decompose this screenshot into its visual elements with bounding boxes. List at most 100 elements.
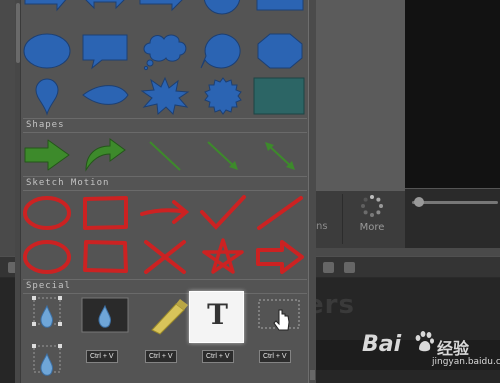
toolbar-tab-label[interactable]: ns xyxy=(316,221,328,232)
callout-arrow-right-wide[interactable] xyxy=(138,0,188,24)
sketch-rectangle-icon xyxy=(83,196,128,230)
keycap-icon[interactable]: Ctrl + V xyxy=(145,350,177,363)
callout-square-teal[interactable] xyxy=(253,76,305,115)
more-button[interactable]: More xyxy=(350,193,394,239)
arrow-right-icon xyxy=(139,0,183,12)
x-mark-icon xyxy=(144,240,186,274)
section-divider xyxy=(23,190,307,191)
section-divider xyxy=(23,132,307,133)
timeline-button[interactable] xyxy=(344,262,355,273)
callout-rectangle-top[interactable] xyxy=(255,0,305,24)
sketch-checkmark[interactable] xyxy=(198,194,248,232)
keycap-icon[interactable]: Ctrl + V xyxy=(259,350,291,363)
shape-line-arrow[interactable] xyxy=(198,136,248,174)
double-arrow-icon xyxy=(85,0,125,10)
sketch-arrow-icon xyxy=(140,200,190,224)
sketch-ellipse-icon xyxy=(23,240,71,274)
special-text-callout[interactable]: T xyxy=(189,291,244,343)
sketch-ellipse-icon xyxy=(23,196,71,230)
square-icon xyxy=(253,77,305,115)
thought-cloud-icon xyxy=(143,34,187,71)
panel-right-scrollbar[interactable] xyxy=(309,0,316,383)
special-highlighter-pen[interactable] xyxy=(140,296,190,335)
callout-seal[interactable] xyxy=(198,76,248,115)
sketch-block-arrow[interactable] xyxy=(255,238,305,276)
scrollbar-down-button[interactable] xyxy=(310,370,315,380)
sketch-star[interactable] xyxy=(198,238,248,276)
callout-octagon[interactable] xyxy=(255,32,305,70)
callout-speech-rect[interactable] xyxy=(80,32,130,70)
toolbar-separator xyxy=(342,194,343,244)
shape-line-double-arrow[interactable] xyxy=(255,136,305,174)
callout-arrow-double[interactable] xyxy=(80,0,130,24)
circle-icon xyxy=(203,0,241,15)
editor-canvas xyxy=(305,0,405,190)
speech-bubble-icon xyxy=(82,34,128,70)
scrollbar-thumb[interactable] xyxy=(16,3,20,63)
preview-scrubber-handle[interactable] xyxy=(414,197,424,207)
callout-ellipse[interactable] xyxy=(22,32,72,70)
special-highlight[interactable] xyxy=(80,296,130,334)
checkmark-icon xyxy=(200,195,246,230)
ellipse-icon xyxy=(23,33,71,69)
preview-window xyxy=(405,0,500,190)
sketch-rectangle-icon xyxy=(83,240,128,273)
section-divider xyxy=(23,279,307,280)
special-blur-spotlight[interactable] xyxy=(24,296,74,334)
thick-arrow-icon xyxy=(24,139,70,171)
callout-starburst[interactable] xyxy=(140,76,190,116)
highlighter-icon xyxy=(151,299,188,335)
shape-arrow-green-bold[interactable] xyxy=(22,136,72,174)
map-pin-icon xyxy=(35,78,59,116)
line-icon xyxy=(149,141,181,171)
octagon-icon xyxy=(257,33,303,69)
keycap-icon[interactable]: Ctrl + V xyxy=(86,350,118,363)
callout-pin[interactable] xyxy=(22,76,72,116)
teardrop-icon xyxy=(82,85,129,105)
special-click-callout[interactable] xyxy=(255,296,305,334)
sketch-rectangle[interactable] xyxy=(80,194,130,232)
sketch-x-mark[interactable] xyxy=(140,238,190,276)
section-title-sketch-motion: Sketch Motion xyxy=(26,178,110,188)
panel-left-scrollbar[interactable] xyxy=(15,0,21,383)
section-divider xyxy=(23,293,307,294)
sketch-line-icon xyxy=(257,196,303,230)
callout-circle-top[interactable] xyxy=(198,0,248,24)
preview-scrubber[interactable] xyxy=(412,201,498,204)
sketch-rectangle-small[interactable] xyxy=(80,238,130,276)
sketch-line[interactable] xyxy=(255,194,305,232)
shape-curved-arrow[interactable] xyxy=(80,136,130,174)
more-button-label: More xyxy=(359,222,385,233)
double-arrow-line-icon xyxy=(265,142,295,170)
callout-teardrop-horizontal[interactable] xyxy=(80,76,130,114)
sketch-circle-small[interactable] xyxy=(22,238,72,276)
shape-line[interactable] xyxy=(140,136,190,174)
callout-round-speech[interactable] xyxy=(198,32,248,70)
baidu-url-text: jingyan.baidu.com xyxy=(432,357,500,367)
baidu-logo-text: Bai xyxy=(362,332,402,357)
keycap-icon[interactable]: Ctrl + V xyxy=(202,350,234,363)
paw-icon xyxy=(415,331,434,352)
text-tool-icon: T xyxy=(207,298,228,331)
arrow-right-icon xyxy=(24,0,67,12)
timeline-button[interactable] xyxy=(323,262,334,273)
section-divider xyxy=(23,118,307,119)
rectangle-icon xyxy=(256,0,304,11)
section-divider xyxy=(23,176,307,177)
callout-arrow-right[interactable] xyxy=(21,0,71,24)
round-bubble-icon xyxy=(200,33,241,69)
star-icon xyxy=(202,238,244,274)
water-drop-handles-icon xyxy=(32,344,62,376)
sketch-circle[interactable] xyxy=(22,194,72,232)
highlight-drop-icon xyxy=(81,297,129,333)
sketch-arrow[interactable] xyxy=(140,194,190,232)
block-arrow-icon xyxy=(256,240,304,274)
callout-thought-cloud[interactable] xyxy=(140,32,190,71)
section-title-special: Special xyxy=(26,281,71,291)
baidu-jingyan-text: 经验 xyxy=(437,339,470,358)
section-title-shapes: Shapes xyxy=(26,120,65,130)
starburst-icon xyxy=(140,76,190,116)
dotted-circle-icon xyxy=(361,195,383,217)
hand-pointer-icon xyxy=(258,299,300,331)
special-blur-spotlight-2[interactable] xyxy=(24,344,74,382)
